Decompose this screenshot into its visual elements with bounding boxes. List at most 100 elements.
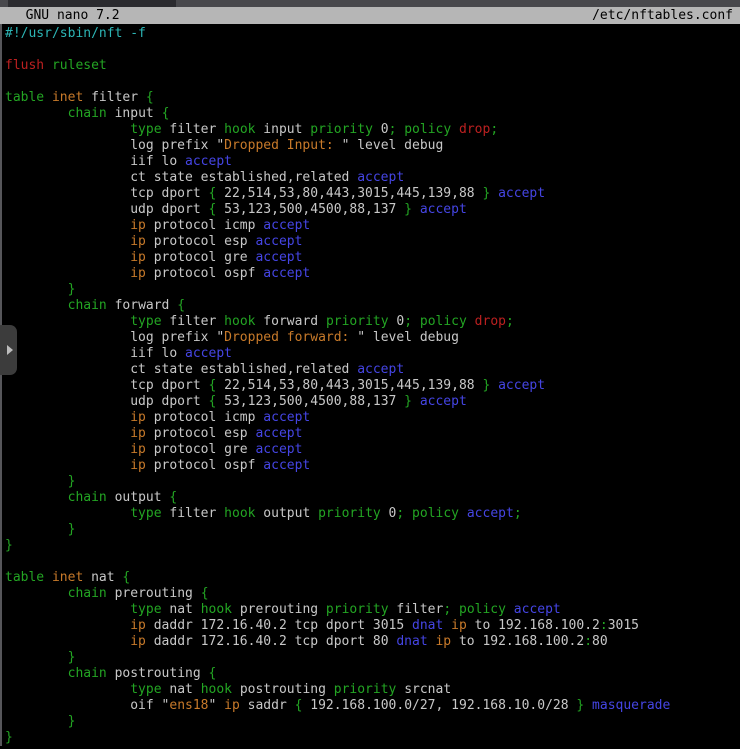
code-token: Dropped Input: [224,138,341,153]
code-token: inet [52,90,83,105]
window-tab-remnant [8,0,176,7]
code-token: inet [52,570,83,585]
code-token: 192.168.100.0/27, 192.168.10.0/28 [302,698,576,713]
code-token: #!/usr/sbin/nft -f [5,26,146,41]
code-token [5,682,130,697]
code-token: ip [130,234,146,249]
code-token: 3015 [608,618,639,633]
code-line: } [5,714,740,730]
code-token: accept [263,458,310,473]
file-path-label: /etc/nftables.conf [592,7,733,24]
chevron-right-icon [7,345,13,355]
sidebar-toggle-handle[interactable] [0,325,17,375]
code-token [412,394,420,409]
code-token: { [122,570,130,585]
code-token: type [130,602,161,617]
code-token [451,122,459,137]
code-token [467,314,475,329]
code-token: iif lo [5,154,185,169]
code-line: chain postrouting { [5,666,740,682]
code-token: ct state established,related [5,362,357,377]
code-token: ip [130,218,146,233]
code-token: filter [162,314,225,329]
code-token [5,314,130,329]
code-token: to 192.168.100.2 [451,634,584,649]
code-token [443,618,451,633]
code-token: accept [467,506,514,521]
code-token [451,602,459,617]
code-token: " [209,698,225,713]
code-token: prerouting [232,602,326,617]
code-line: ip daddr 172.16.40.2 tcp dport 80 dnat i… [5,634,740,650]
code-line: type filter hook output priority 0; poli… [5,506,740,522]
code-token: filter [389,602,444,617]
code-token: } [404,202,412,217]
nano-version-label: GNU nano 7.2 [10,7,120,24]
code-token: accept [263,410,310,425]
code-token: priority [326,602,389,617]
code-token [5,522,68,537]
code-token: } [5,538,13,553]
code-line [5,554,740,570]
code-token: ; [490,122,498,137]
code-area[interactable]: #!/usr/sbin/nft -f flush ruleset table i… [0,24,740,746]
code-token: saddr [240,698,295,713]
code-token: protocol icmp [146,218,263,233]
code-token: ip [130,458,146,473]
code-token: accept [263,266,310,281]
code-token: chain [68,298,107,313]
code-line: tcp dport { 22,514,53,80,443,3015,445,13… [5,378,740,394]
code-token: srcnat [396,682,451,697]
code-token: { [201,586,209,601]
code-token: ; [514,506,522,521]
code-line: chain prerouting { [5,586,740,602]
code-token: ip [130,410,146,425]
code-token: ip [451,618,467,633]
code-token: protocol ospf [146,266,263,281]
code-token: dnat [396,634,427,649]
code-token: ip [130,426,146,441]
code-line: iif lo accept [5,154,740,170]
code-token: forward [107,298,177,313]
code-token: postrouting [232,682,334,697]
code-token [44,58,52,73]
code-token [5,474,68,489]
code-token: nat [83,570,122,585]
code-line: chain input { [5,106,740,122]
code-line: table inet nat { [5,570,740,586]
code-token [5,122,130,137]
code-token: iif lo [5,346,185,361]
code-token: drop [475,314,506,329]
code-token [412,202,420,217]
code-token: policy [420,314,467,329]
code-token: accept [255,426,302,441]
code-token: priority [334,682,397,697]
code-token: type [130,506,161,521]
code-token [412,314,420,329]
code-token: 22,514,53,80,443,3015,445,139,88 [216,186,482,201]
code-token: } [68,282,76,297]
code-token [5,666,68,681]
code-token: accept [255,442,302,457]
code-line: udp dport { 53,123,500,4500,88,137 } acc… [5,394,740,410]
code-token: protocol esp [146,234,256,249]
code-token: filter [83,90,146,105]
code-token: accept [263,218,310,233]
code-token: 0 [389,314,405,329]
code-token: chain [68,490,107,505]
code-token: oif " [5,698,169,713]
code-token: filter [162,122,225,137]
code-line: } [5,282,740,298]
code-token: { [169,490,177,505]
code-token: daddr 172.16.40.2 tcp dport 3015 [146,618,412,633]
code-line: tcp dport { 22,514,53,80,443,3015,445,13… [5,186,740,202]
code-token: protocol esp [146,426,256,441]
code-token [5,410,130,425]
code-line: chain output { [5,490,740,506]
code-token: } [68,474,76,489]
code-token: drop [459,122,490,137]
code-token: ; [404,314,412,329]
code-token: ip [130,266,146,281]
code-token: accept [185,154,232,169]
code-token: protocol gre [146,442,256,457]
